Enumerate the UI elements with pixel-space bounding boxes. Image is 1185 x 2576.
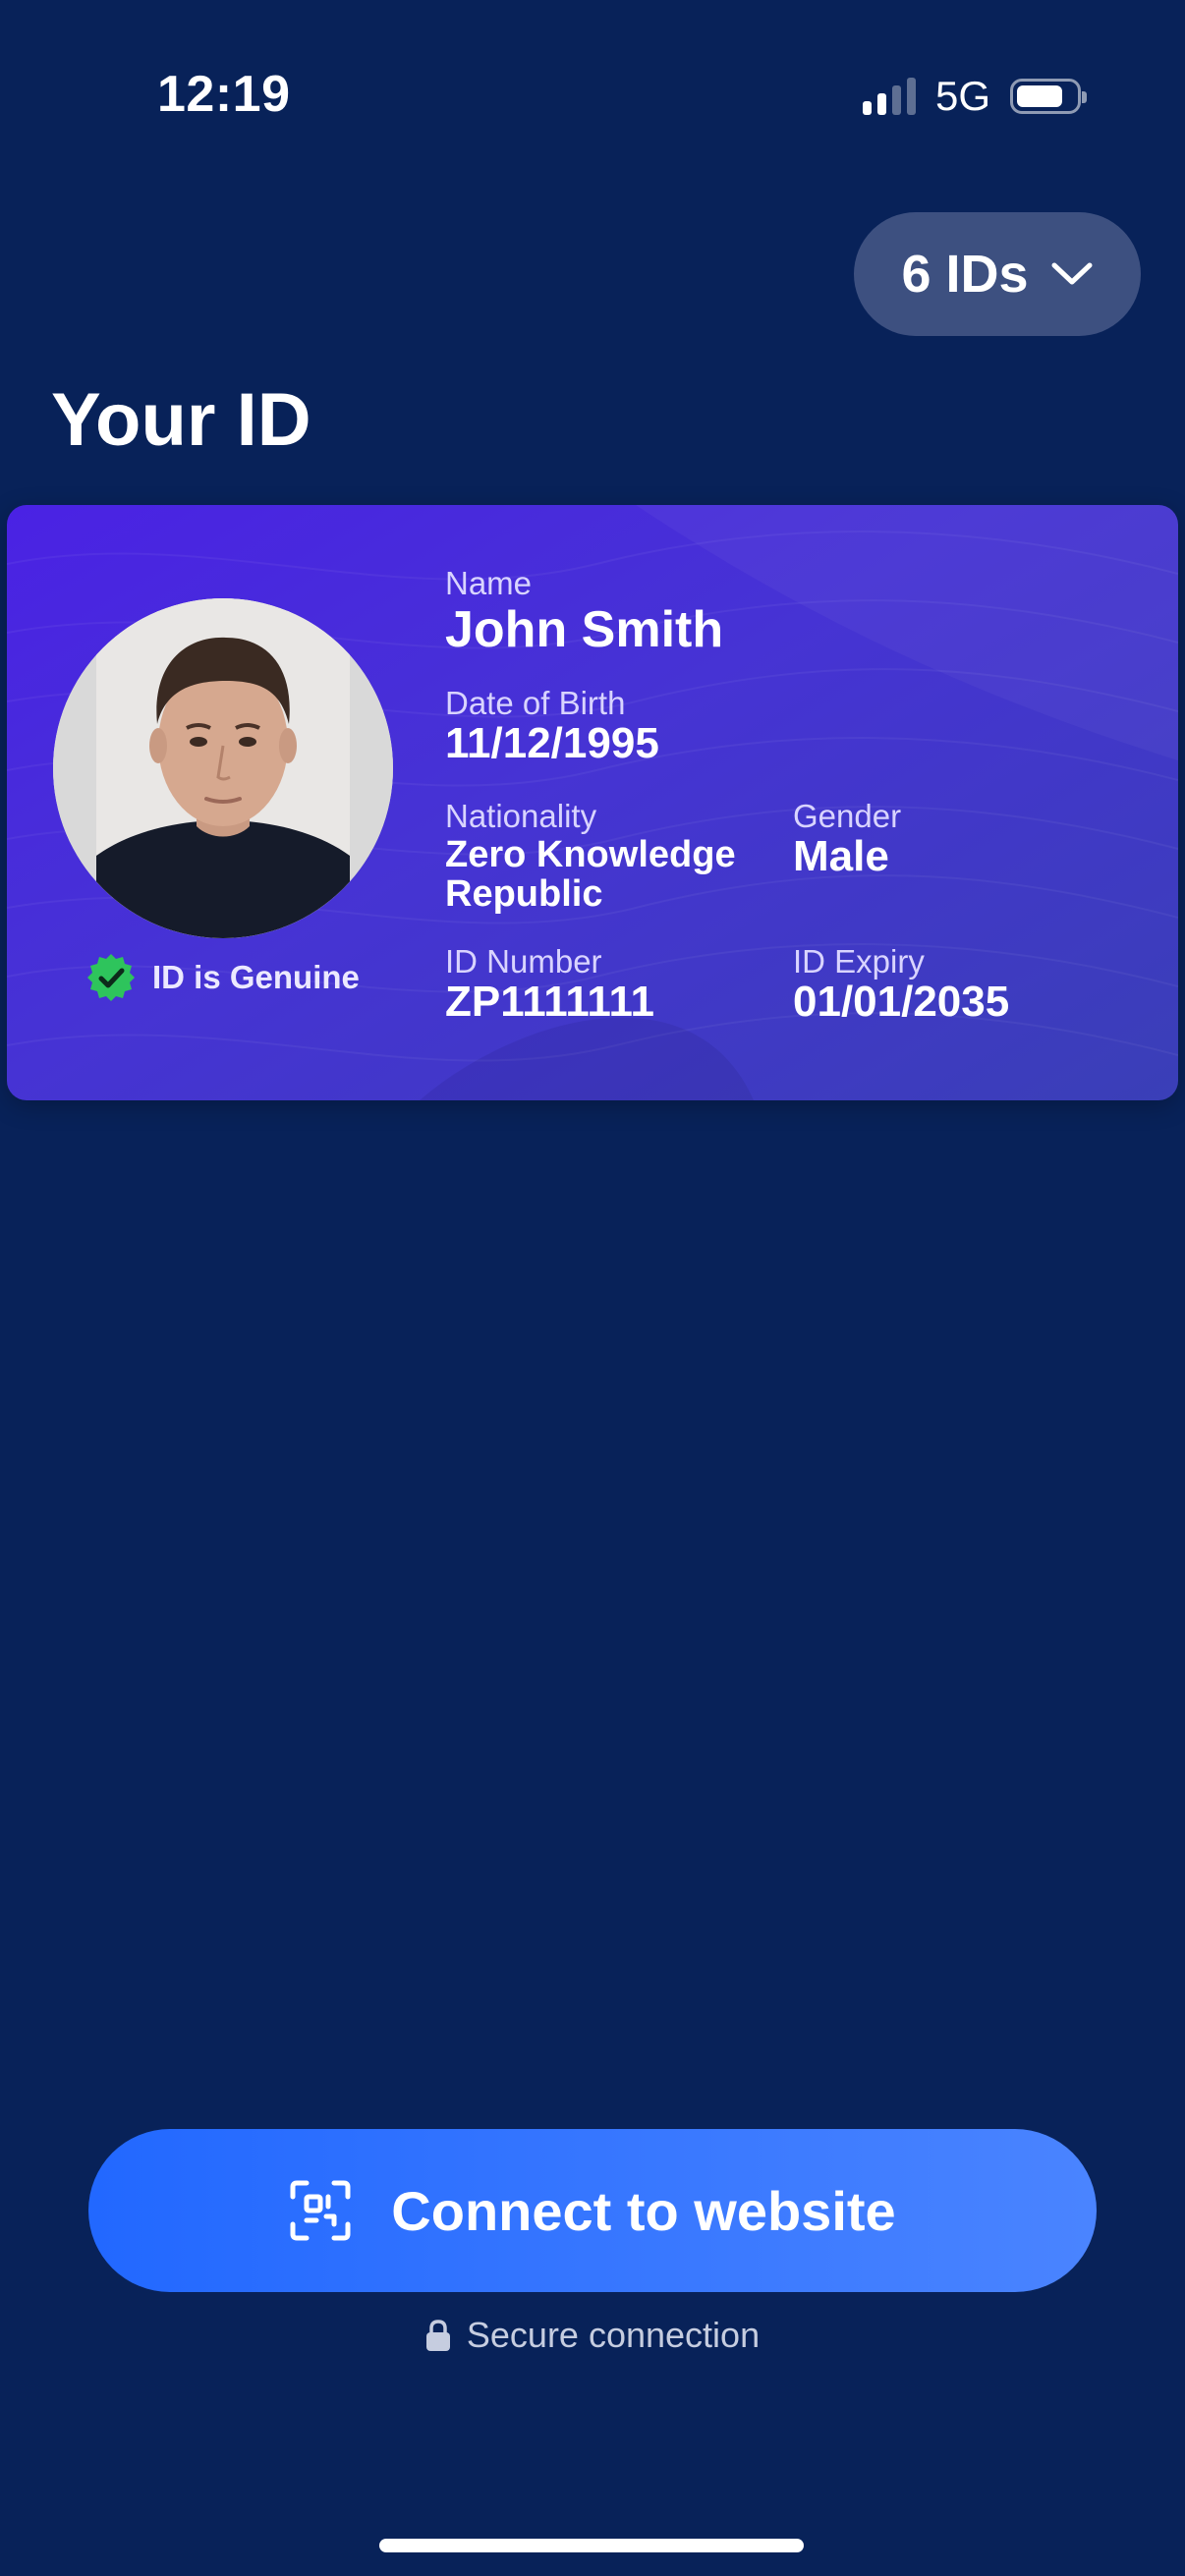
field-id-expiry-label: ID Expiry — [793, 943, 925, 980]
field-name-label: Name — [445, 565, 533, 601]
field-nationality-value-line2: Republic — [445, 873, 603, 915]
scan-qr-icon — [290, 2180, 351, 2241]
lock-icon — [425, 2320, 450, 2351]
secure-connection-note: Secure connection — [0, 2315, 1185, 2356]
id-card[interactable]: ID is Genuine Name John Smith Date of Bi… — [7, 505, 1178, 1100]
field-dob: Date of Birth 11/12/1995 — [445, 685, 659, 765]
home-indicator[interactable] — [379, 2539, 804, 2552]
field-nationality: Nationality Zero Knowledge Republic — [445, 798, 736, 914]
field-name-value: John Smith — [445, 601, 724, 658]
verification-badge: ID is Genuine — [85, 952, 360, 1003]
field-gender-label: Gender — [793, 798, 902, 834]
chevron-down-icon — [1051, 262, 1093, 285]
field-gender: Gender Male — [793, 798, 901, 878]
field-dob-label: Date of Birth — [445, 685, 626, 721]
ids-selector-button[interactable]: 6 IDs — [854, 212, 1141, 336]
ids-selector-label: 6 IDs — [901, 245, 1029, 304]
field-name: Name John Smith — [445, 565, 723, 657]
page-title: Your ID — [51, 378, 311, 462]
field-id-number: ID Number ZP1111111 — [445, 943, 654, 1024]
status-bar: 12:19 5G — [0, 0, 1185, 187]
field-id-number-label: ID Number — [445, 943, 602, 980]
field-id-expiry-value: 01/01/2035 — [793, 978, 1010, 1026]
field-nationality-label: Nationality — [445, 798, 597, 834]
verified-badge-icon — [87, 954, 135, 1001]
secure-connection-label: Secure connection — [466, 2315, 761, 2355]
battery-icon — [1010, 79, 1087, 114]
field-id-number-value: ZP1111111 — [445, 978, 654, 1026]
verification-label: ID is Genuine — [152, 959, 360, 995]
field-gender-value: Male — [793, 832, 889, 880]
field-dob-value: 11/12/1995 — [445, 719, 659, 767]
signal-icon — [862, 78, 916, 115]
status-indicators: 5G — [862, 73, 1087, 120]
connect-button-label: Connect to website — [391, 2179, 896, 2242]
field-nationality-value-line1: Zero Knowledge — [445, 834, 736, 875]
status-time: 12:19 — [157, 66, 291, 123]
field-id-expiry: ID Expiry 01/01/2035 — [793, 943, 1009, 1024]
network-label: 5G — [934, 73, 990, 119]
profile-photo — [53, 598, 393, 938]
connect-to-website-button[interactable]: Connect to website — [88, 2129, 1097, 2292]
